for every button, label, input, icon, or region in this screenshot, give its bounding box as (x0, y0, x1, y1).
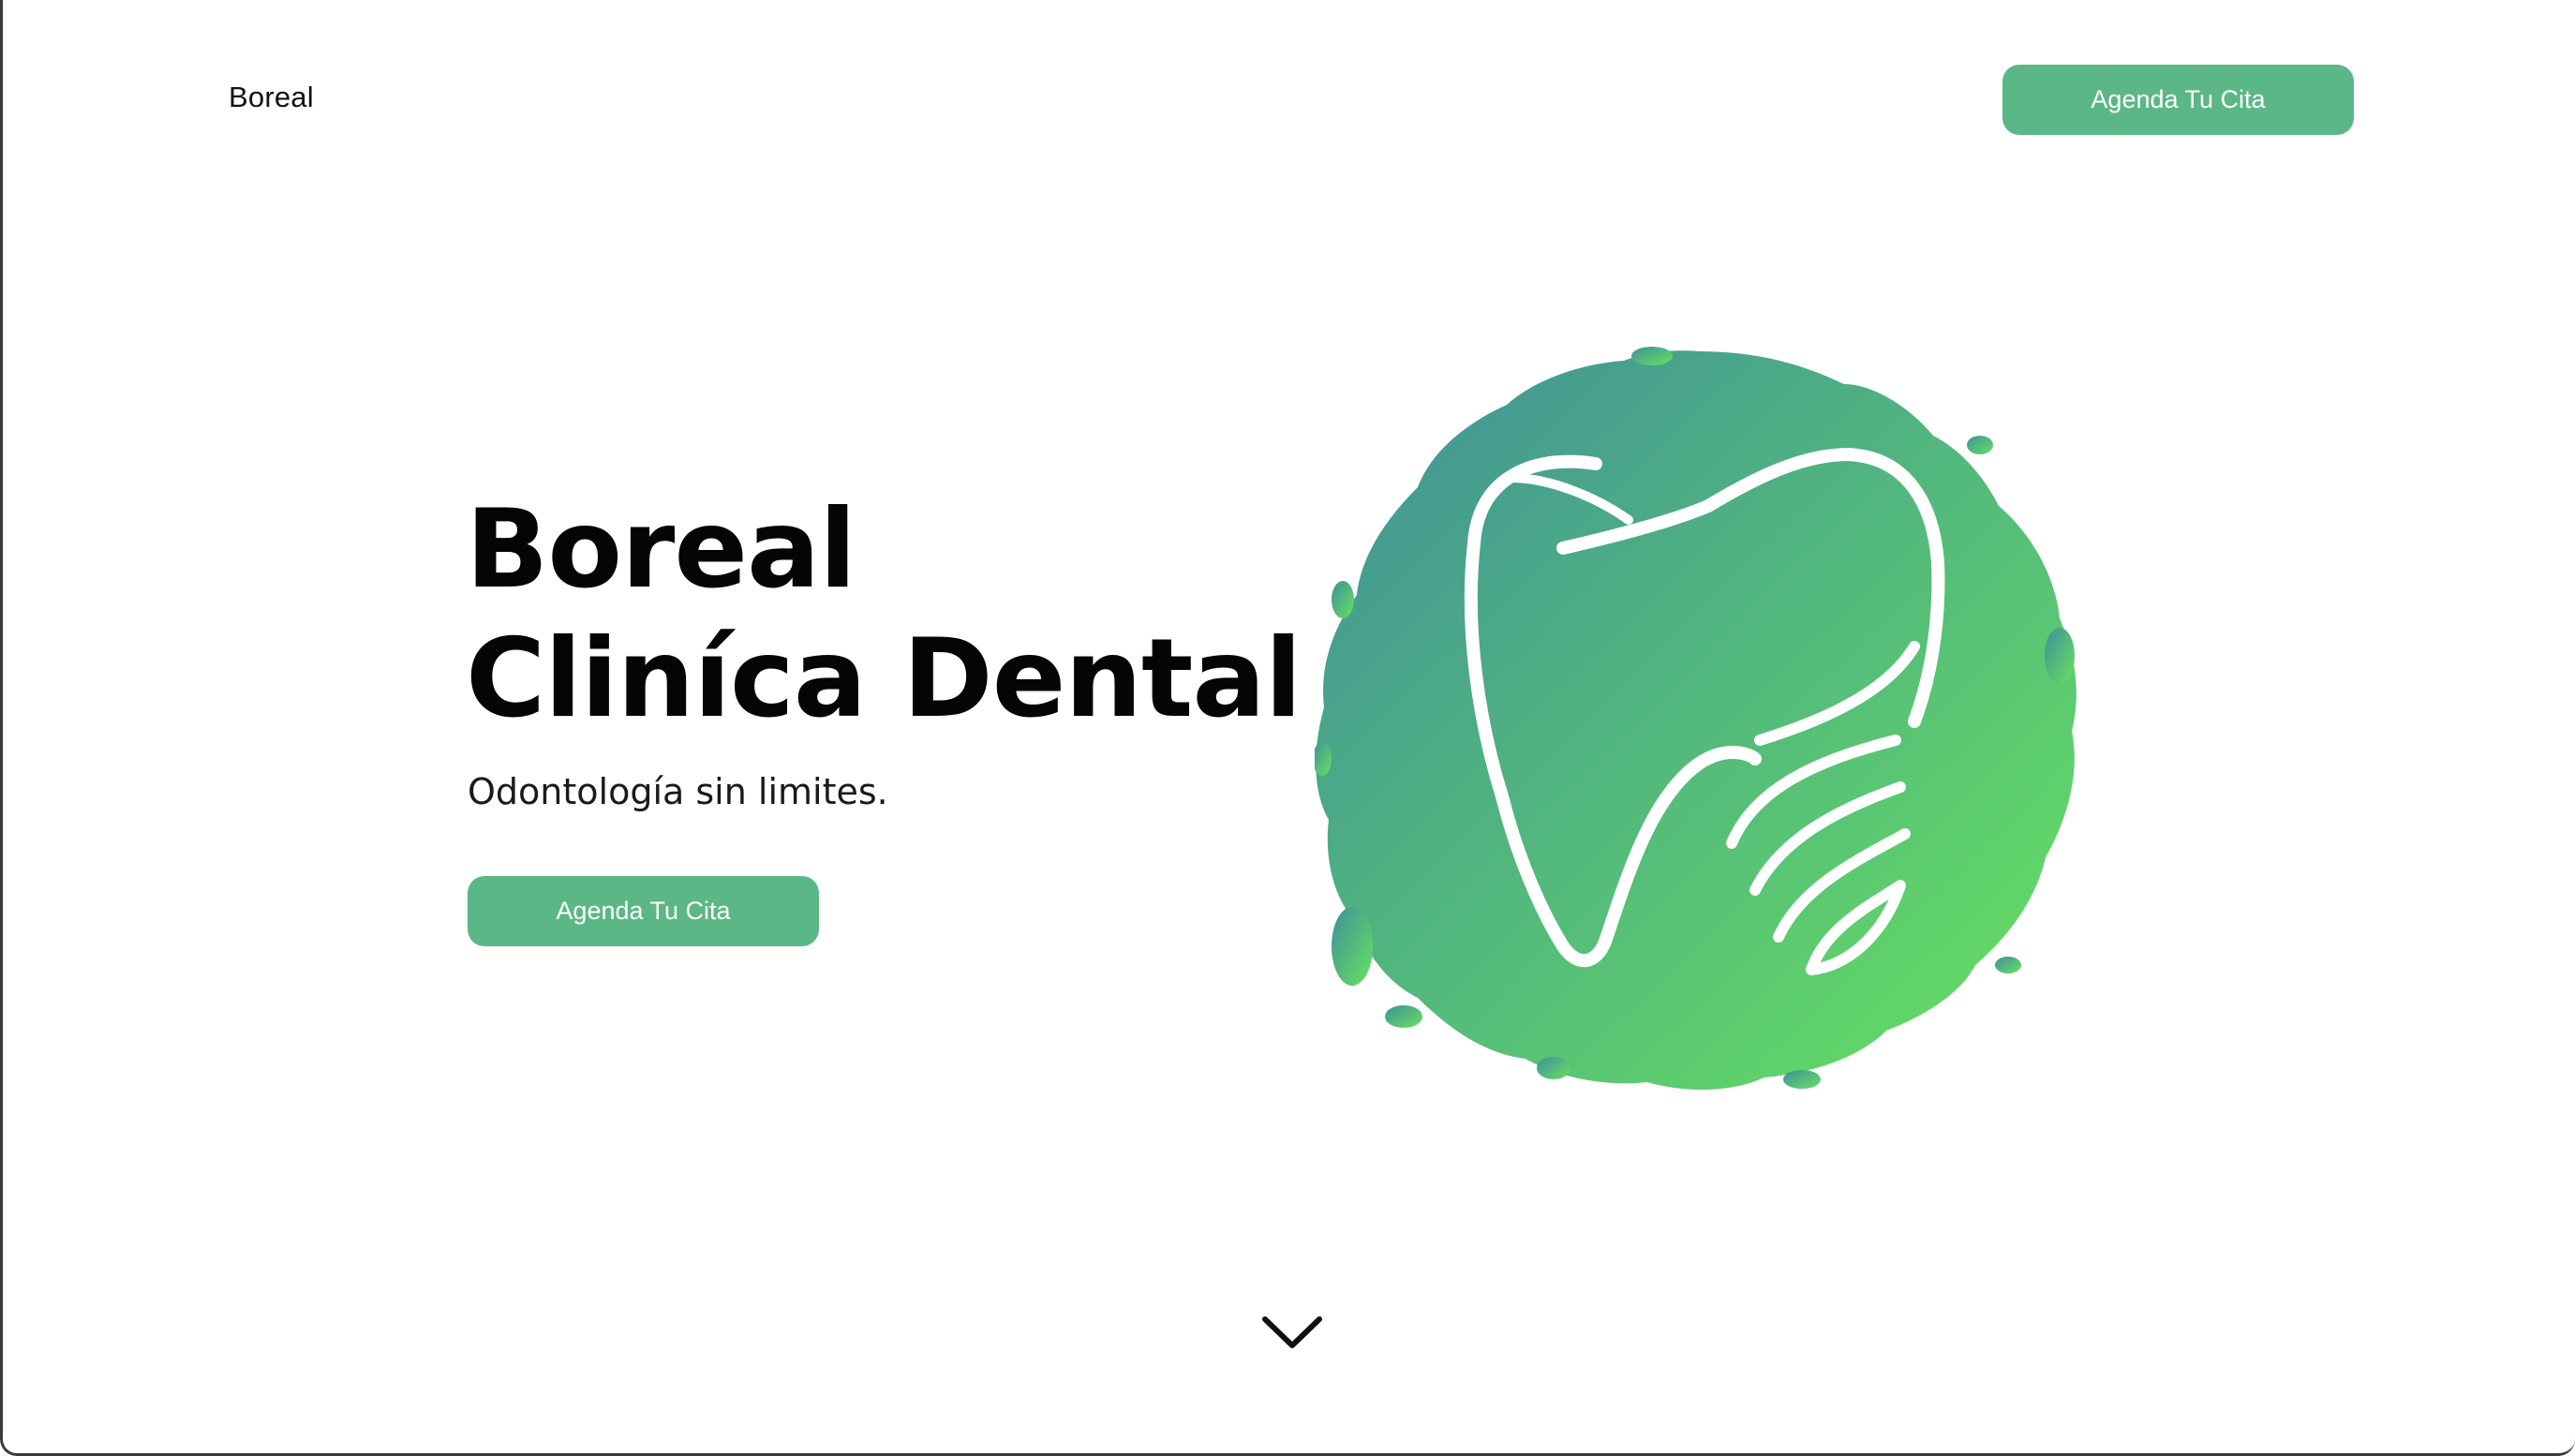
hero-appointment-button[interactable]: Agenda Tu Cita (468, 876, 819, 946)
hero-title-line-1: Boreal (466, 486, 856, 613)
brand-name[interactable]: Boreal (229, 81, 314, 114)
chevron-down-icon[interactable] (1259, 1310, 1325, 1357)
brush-stroke-circle (1315, 347, 2076, 1091)
header-appointment-button[interactable]: Agenda Tu Cita (2002, 65, 2354, 135)
tooth-icon (1315, 347, 2076, 1091)
hero-title: Boreal Cliníca Dental (466, 485, 1302, 744)
hero-subtitle: Odontología sin limites. (468, 771, 888, 812)
hero-title-line-2: Cliníca Dental (466, 616, 1302, 742)
landing-page: Boreal Agenda Tu Cita Boreal Cliníca Den… (0, 0, 2575, 1456)
